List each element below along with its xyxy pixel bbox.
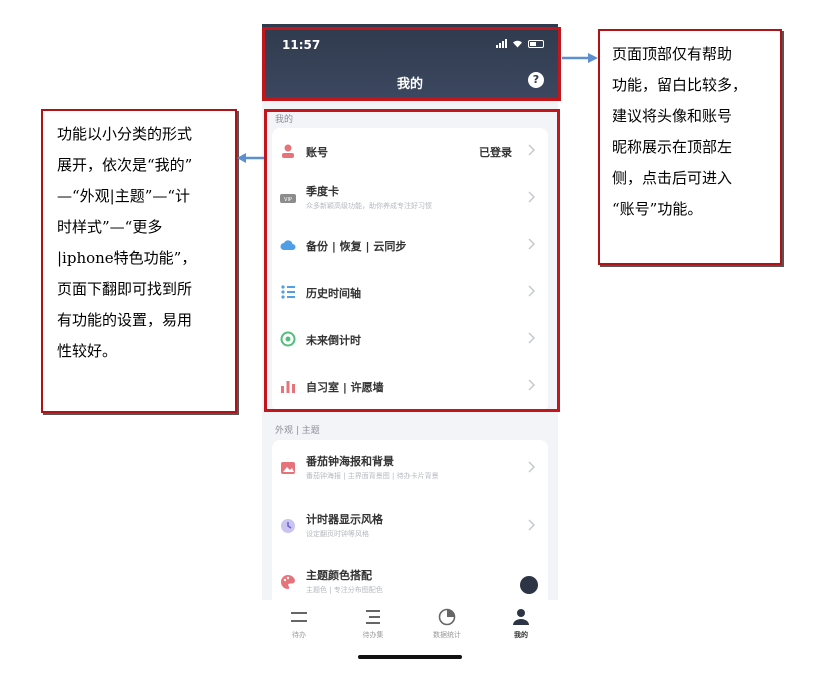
note-line: “账号”功能。 (612, 200, 703, 218)
left-annotation-box: 功能以小分类的形式 展开，依次是“我的” —“外观|主题”—“计 时样式”—“更… (41, 109, 237, 413)
row-label: 计时器显示风格 (306, 513, 383, 526)
tab-todo[interactable]: 待办 (269, 608, 329, 640)
note-line: 功能以小分类的形式 (57, 125, 193, 143)
note-line: 时样式”—“更多 (57, 218, 163, 236)
note-line: |iphone特色功能”， (57, 249, 197, 267)
note-line: 有功能的设置，易用 (57, 311, 193, 329)
note-line: 展开，依次是“我的” (57, 156, 193, 174)
note-line: 性较好。 (57, 342, 118, 360)
tab-label: 待办 (292, 631, 306, 639)
row-timer-style[interactable]: 计时器显示风格 设定翻页时钟等风格 (272, 503, 548, 559)
tab-label: 数据统计 (433, 631, 461, 639)
note-line: 页面顶部仅有帮助 (612, 45, 733, 63)
row-subtitle: 设定翻页时钟等风格 (306, 530, 369, 538)
row-subtitle: 番茄钟海报 | 主界面背景图 | 待办卡片背景 (306, 472, 439, 480)
todo-set-icon (366, 610, 380, 624)
note-line: —“外观|主题”—“计 (57, 187, 191, 205)
profile-icon (513, 609, 529, 625)
todo-icon (291, 612, 307, 622)
tab-statistics[interactable]: 数据统计 (417, 608, 477, 640)
mine-section-highlight (264, 109, 560, 412)
tab-label: 待办集 (362, 631, 384, 639)
pie-chart-icon (438, 608, 456, 626)
right-arrow-icon (562, 53, 598, 63)
right-annotation-box: 页面顶部仅有帮助 功能，留白比较多， 建议将头像和账号 昵称展示在顶部左 侧，点… (598, 29, 782, 265)
tab-mine[interactable]: 我的 (491, 608, 551, 640)
home-indicator (358, 655, 462, 659)
right-annotation-text: 页面顶部仅有帮助 功能，留白比较多， 建议将头像和账号 昵称展示在顶部左 侧，点… (612, 39, 780, 225)
row-label: 主题颜色搭配 (306, 569, 372, 582)
tab-label: 我的 (514, 631, 528, 639)
section-label-appearance: 外观 | 主题 (275, 426, 320, 436)
chevron-right-icon (528, 519, 536, 531)
palette-icon (281, 574, 295, 589)
top-bar-highlight (262, 27, 561, 101)
floating-action-button[interactable] (520, 576, 538, 594)
clock-icon (281, 519, 295, 533)
row-label: 番茄钟海报和背景 (306, 455, 394, 468)
left-arrow-icon (237, 153, 264, 163)
note-line: 页面下翻即可找到所 (57, 280, 193, 298)
note-line: 侧，点击后可进入 (612, 169, 733, 187)
chevron-right-icon (528, 461, 536, 473)
note-line: 功能，留白比较多， (612, 76, 748, 94)
row-subtitle: 主题色 | 专注分布图配色 (306, 586, 383, 594)
image-icon (281, 462, 295, 474)
note-line: 建议将头像和账号 (612, 107, 733, 125)
note-line: 昵称展示在顶部左 (612, 138, 733, 156)
tab-todo-set[interactable]: 待办集 (343, 608, 403, 640)
left-annotation-text: 功能以小分类的形式 展开，依次是“我的” —“外观|主题”—“计 时样式”—“更… (57, 119, 235, 367)
row-poster-background[interactable]: 番茄钟海报和背景 番茄钟海报 | 主界面背景图 | 待办卡片背景 (272, 445, 548, 501)
appearance-card: 番茄钟海报和背景 番茄钟海报 | 主界面背景图 | 待办卡片背景 计时器显示风格… (272, 440, 548, 610)
tab-bar: 待办 待办集 数据统计 我的 (262, 600, 558, 670)
